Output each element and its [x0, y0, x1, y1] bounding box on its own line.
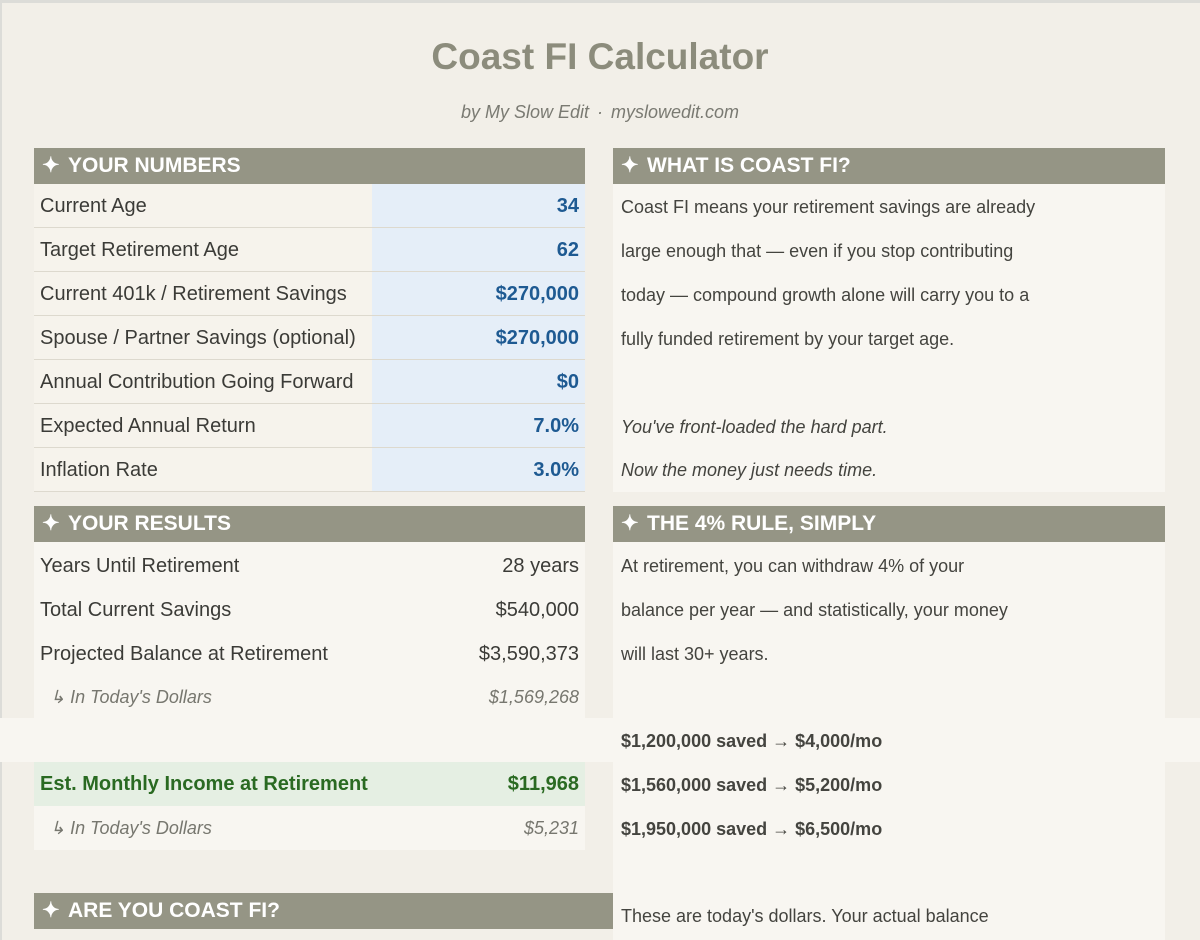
input-cell[interactable]	[372, 360, 585, 403]
page-subtitle: by My Slow Edit · myslowedit.com	[0, 102, 1200, 123]
row-label: Years Until Retirement	[40, 555, 240, 577]
rule-line: At retirement, you can withdraw 4% of yo…	[621, 556, 965, 576]
row-label: Total Current Savings	[40, 599, 232, 621]
annual-contribution-value[interactable]: $0	[557, 360, 579, 404]
page-title: Coast FI Calculator	[431, 36, 769, 77]
row-label: Current 401k / Retirement Savings	[40, 283, 347, 305]
spouse-savings-value[interactable]: $270,000	[496, 316, 579, 360]
sheet-grid-top	[0, 0, 1200, 3]
input-cell[interactable]	[372, 184, 585, 227]
income-todays-dollars-value: $5,231	[523, 818, 579, 838]
four-percent-rule-header: ✦ THE 4% RULE, SIMPLY	[613, 506, 1165, 542]
rule-example: $1,200,000 saved → $4,000/mo	[621, 731, 883, 751]
explanation-line: today — compound growth alone will carry…	[621, 285, 1030, 305]
what-is-coast-fi-title: WHAT IS COAST FI?	[647, 154, 851, 177]
input-inflation-rate[interactable]: Inflation Rate 3.0%	[34, 448, 585, 492]
result-projected-balance: Projected Balance at Retirement $3,590,3…	[34, 632, 585, 676]
explanation-line: Coast FI means your retirement savings a…	[621, 197, 1036, 217]
row-label: ↳ In Today's Dollars	[50, 818, 212, 838]
encouragement-line: You've front-loaded the hard part.	[621, 417, 888, 437]
explanation-line: large enough that — even if you stop con…	[621, 241, 1014, 261]
input-annual-contribution[interactable]: Annual Contribution Going Forward $0	[34, 360, 585, 404]
explanation-line: fully funded retirement by your target a…	[621, 329, 955, 349]
rule-line: balance per year — and statistically, yo…	[621, 600, 1008, 620]
row-label: Annual Contribution Going Forward	[40, 371, 354, 393]
row-label: Inflation Rate	[40, 459, 158, 481]
target-retirement-age-value[interactable]: 62	[557, 228, 579, 272]
row-label: Est. Monthly Income at Retirement	[40, 773, 368, 795]
input-target-retirement-age[interactable]: Target Retirement Age 62	[34, 228, 585, 272]
your-results-title: YOUR RESULTS	[68, 512, 231, 535]
rule-example: $1,950,000 saved → $6,500/mo	[621, 819, 883, 839]
input-spouse-savings[interactable]: Spouse / Partner Savings (optional) $270…	[34, 316, 585, 360]
are-you-coast-fi-header: ✦ ARE YOU COAST FI?	[34, 893, 614, 929]
sparkle-icon: ✦	[42, 899, 60, 922]
your-results-header: ✦ YOUR RESULTS	[34, 506, 585, 542]
encouragement-line: Now the money just needs time.	[621, 460, 878, 480]
row-label: ↳ In Today's Dollars	[50, 687, 212, 707]
blank-band	[0, 718, 1200, 762]
years-until-retirement-value: 28 years	[502, 555, 579, 577]
are-you-coast-fi-title: ARE YOU COAST FI?	[68, 899, 280, 922]
input-cell[interactable]	[372, 228, 585, 271]
sparkle-icon: ✦	[42, 512, 60, 535]
row-label: Spouse / Partner Savings (optional)	[40, 327, 356, 349]
row-label: Projected Balance at Retirement	[40, 643, 328, 665]
what-is-coast-fi-header: ✦ WHAT IS COAST FI?	[613, 148, 1165, 184]
row-label: Expected Annual Return	[40, 415, 256, 437]
subtitle-separator: ·	[597, 102, 603, 122]
dollars-note: These are today's dollars. Your actual b…	[621, 906, 989, 926]
sparkle-icon: ✦	[42, 154, 60, 177]
rule-example: $1,560,000 saved → $5,200/mo	[621, 775, 883, 795]
result-balance-todays-dollars: ↳ In Today's Dollars $1,569,268	[34, 675, 585, 719]
rule-line: will last 30+ years.	[621, 644, 769, 664]
sparkle-icon: ✦	[621, 154, 639, 177]
site-text: myslowedit.com	[611, 102, 740, 122]
input-current-age[interactable]: Current Age 34	[34, 184, 585, 228]
result-total-current-savings: Total Current Savings $540,000	[34, 588, 585, 632]
your-numbers-header: ✦ YOUR NUMBERS	[34, 148, 585, 184]
row-label: Current Age	[40, 195, 147, 217]
input-expected-return[interactable]: Expected Annual Return 7.0%	[34, 404, 585, 448]
inflation-rate-value[interactable]: 3.0%	[533, 448, 579, 492]
current-age-value[interactable]: 34	[557, 184, 579, 228]
projected-balance-value: $3,590,373	[478, 643, 579, 665]
author-text: by My Slow Edit	[460, 102, 589, 122]
result-years-until-retirement: Years Until Retirement 28 years	[34, 544, 585, 588]
row-label: Target Retirement Age	[40, 239, 239, 261]
sparkle-icon: ✦	[621, 512, 639, 535]
input-current-savings[interactable]: Current 401k / Retirement Savings $270,0…	[34, 272, 585, 316]
expected-return-value[interactable]: 7.0%	[533, 404, 579, 448]
total-current-savings-value: $540,000	[495, 599, 579, 621]
result-income-todays-dollars: ↳ In Today's Dollars $5,231	[34, 806, 585, 850]
four-percent-rule-title: THE 4% RULE, SIMPLY	[647, 512, 877, 535]
current-savings-value[interactable]: $270,000	[496, 272, 579, 316]
sheet-grid-left	[0, 0, 2, 940]
balance-todays-dollars-value: $1,569,268	[488, 687, 579, 707]
your-numbers-title: YOUR NUMBERS	[68, 154, 241, 177]
result-monthly-income: Est. Monthly Income at Retirement $11,96…	[34, 762, 585, 806]
monthly-income-value: $11,968	[507, 773, 579, 795]
